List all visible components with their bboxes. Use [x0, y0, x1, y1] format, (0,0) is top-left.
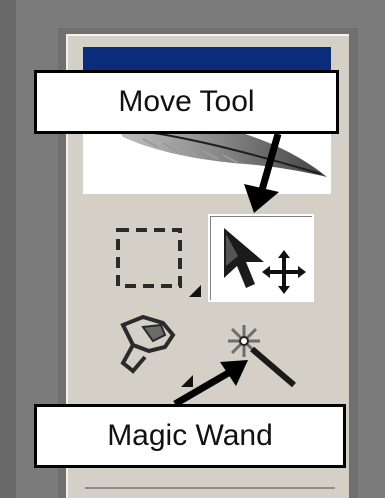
lasso-icon: [120, 314, 193, 387]
move-tool[interactable]: [208, 214, 314, 302]
move-tool-callout-label: Move Tool: [118, 85, 255, 118]
marquee-icon: [116, 228, 201, 297]
move-icon: [224, 228, 306, 294]
lasso-tool[interactable]: [103, 305, 203, 390]
palette-bottom-strip: [85, 487, 335, 498]
magic-wand-tool[interactable]: [210, 305, 310, 390]
magic-wand-callout: Magic Wand: [34, 404, 346, 468]
move-tool-callout: Move Tool: [34, 70, 339, 134]
magic-wand-callout-label: Magic Wand: [107, 419, 273, 452]
background-edge: [0, 0, 16, 498]
rectangular-marquee-tool[interactable]: [103, 218, 203, 303]
magic-wand-icon: [228, 325, 296, 388]
